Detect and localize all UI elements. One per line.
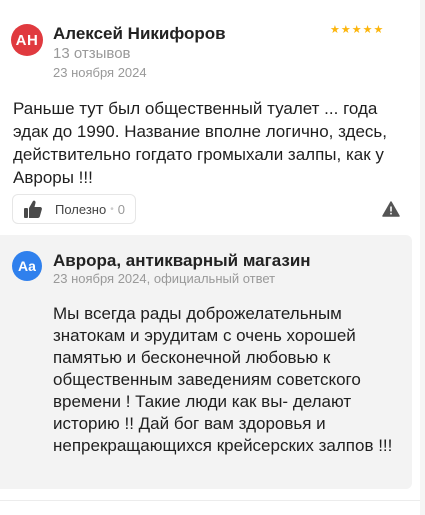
divider <box>0 500 425 501</box>
business-name[interactable]: Аврора, антикварный магазин <box>53 251 311 271</box>
scroll-track <box>420 0 425 515</box>
helpful-count: 0 <box>117 201 125 217</box>
helpful-button[interactable]: Полезно • 0 <box>12 194 136 224</box>
rating-stars: ★★★★★ <box>330 24 385 36</box>
thumb-up-icon <box>24 200 42 218</box>
author-avatar[interactable]: АН <box>11 24 43 56</box>
separator-dot: • <box>110 203 114 215</box>
author-review-count: 13 отзывов <box>53 45 131 62</box>
helpful-label: Полезно <box>55 201 107 217</box>
reply-meta: 23 ноября 2024, официальный ответ <box>53 271 276 286</box>
review-date: 23 ноября 2024 <box>53 65 147 80</box>
review-card: АН Алексей Никифоров 13 отзывов 23 ноябр… <box>0 0 425 515</box>
warning-icon[interactable] <box>382 201 400 217</box>
review-text: Раньше тут был общественный туалет ... г… <box>13 99 387 187</box>
business-avatar[interactable]: Aa <box>12 251 42 281</box>
reply-text: Мы всегда рады доброжелательным знатокам… <box>53 304 393 455</box>
author-name[interactable]: Алексей Никифоров <box>53 24 226 44</box>
business-reply: Aa Аврора, антикварный магазин 23 ноября… <box>0 235 412 489</box>
